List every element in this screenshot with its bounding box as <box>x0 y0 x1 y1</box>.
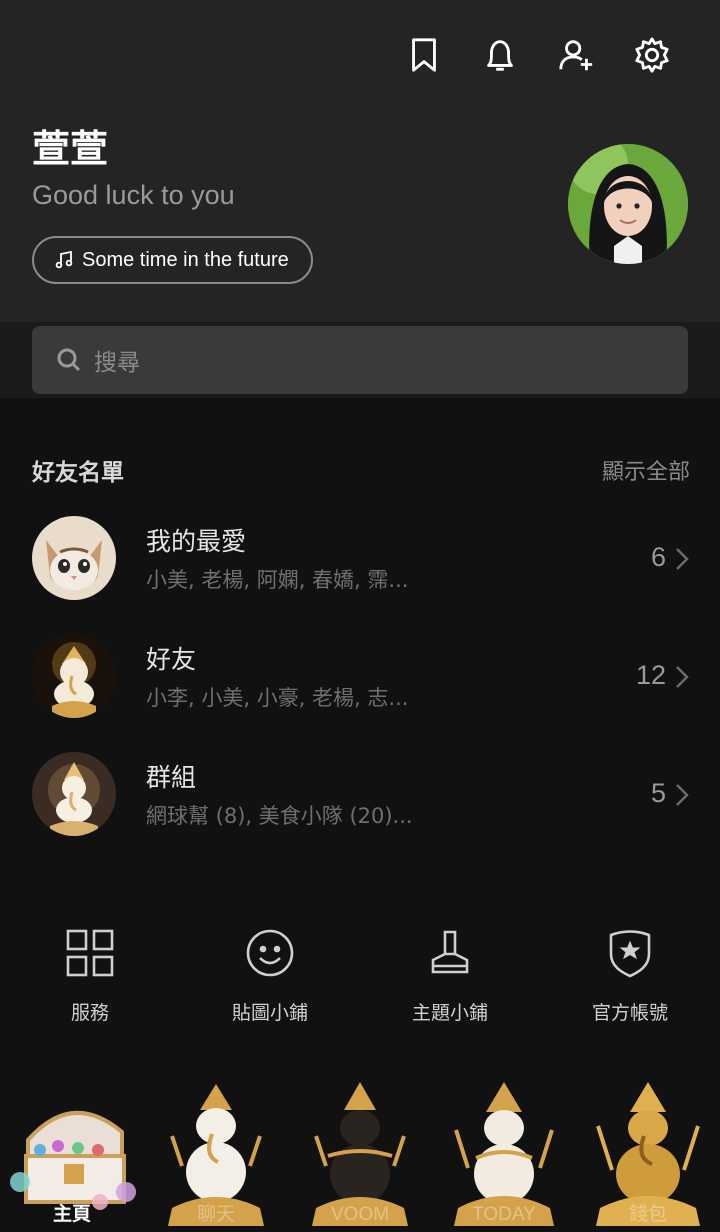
list-item-friends[interactable]: 好友 小李, 小美, 小豪, 老楊, 志... 12 <box>0 634 720 734</box>
status-message[interactable]: Good luck to you <box>32 180 235 211</box>
services-label: 服務 <box>70 1002 109 1024</box>
chevron-right-icon <box>674 782 690 808</box>
brush-icon <box>431 930 469 974</box>
gear-icon[interactable] <box>614 30 690 80</box>
friends-name: 好友 <box>146 645 197 674</box>
shield-star-icon <box>609 930 651 978</box>
search-placeholder: 搜尋 <box>94 350 140 376</box>
music-title: Some time in the future <box>82 248 289 271</box>
tab-home[interactable]: 主頁 <box>0 1076 144 1232</box>
tab-wallet-label: 錢包 <box>628 1204 667 1225</box>
sticker-shop-label: 貼圖小鋪 <box>231 1002 308 1024</box>
groups-members: 網球幫 (8), 美食小隊 (20)... <box>146 804 413 828</box>
tab-wallet[interactable]: 錢包 <box>576 1076 720 1232</box>
favorites-thumbnail <box>32 516 116 600</box>
groups-name: 群組 <box>146 763 197 792</box>
favorites-name: 我的最愛 <box>146 527 247 556</box>
friends-section-title: 好友名單 <box>32 460 124 486</box>
list-item-groups[interactable]: 群組 網球幫 (8), 美食小隊 (20)... 5 <box>0 752 720 852</box>
show-all-link[interactable]: 顯示全部 <box>602 454 690 486</box>
bookmark-icon[interactable] <box>386 30 462 80</box>
groups-count: 5 <box>650 778 666 808</box>
tab-chats-label: 聊天 <box>196 1204 235 1225</box>
grid-icon <box>66 929 114 977</box>
list-item-favorites[interactable]: 我的最愛 小美, 老楊, 阿嫻, 春嬌, 霈... 6 <box>0 516 720 616</box>
theme-shop-button[interactable]: 主題小鋪 <box>360 926 540 1025</box>
profile-music-button[interactable]: Some time in the future <box>32 236 313 284</box>
chevron-right-icon <box>674 546 690 572</box>
search-input[interactable]: 搜尋 <box>32 326 688 394</box>
chevron-right-icon <box>674 664 690 690</box>
top-icon-bar <box>386 30 690 80</box>
tab-voom-label: VOOM <box>330 1204 390 1225</box>
official-accounts-label: 官方帳號 <box>591 1002 668 1024</box>
friends-count: 12 <box>635 660 666 690</box>
bell-icon[interactable] <box>462 30 538 80</box>
search-icon <box>57 348 81 372</box>
official-accounts-button[interactable]: 官方帳號 <box>540 926 720 1025</box>
profile-name[interactable]: 萱萱 <box>32 118 108 173</box>
services-button[interactable]: 服務 <box>0 926 180 1025</box>
tab-home-label: 主頁 <box>52 1204 91 1225</box>
add-friend-icon[interactable] <box>538 30 614 80</box>
profile-header: 萱萱 Good luck to you Some time in the fut… <box>0 0 720 322</box>
search-band: 搜尋 <box>0 322 720 398</box>
bottom-navigation: 主頁 聊天 VOOM TODAY 錢包 <box>0 1076 720 1232</box>
tab-today[interactable]: TODAY <box>432 1076 576 1232</box>
profile-avatar[interactable] <box>568 144 688 264</box>
groups-thumbnail <box>32 752 116 836</box>
tab-today-label: TODAY <box>472 1204 536 1225</box>
friends-thumbnail <box>32 634 116 718</box>
sticker-shop-button[interactable]: 貼圖小鋪 <box>180 926 360 1025</box>
tab-voom[interactable]: VOOM <box>288 1076 432 1232</box>
favorites-count: 6 <box>650 542 666 572</box>
theme-shop-label: 主題小鋪 <box>411 1002 488 1024</box>
tab-chats[interactable]: 聊天 <box>144 1076 288 1232</box>
music-note-icon <box>55 250 73 269</box>
favorites-members: 小美, 老楊, 阿嫻, 春嬌, 霈... <box>146 568 409 592</box>
smiley-icon <box>246 929 294 977</box>
friends-members: 小李, 小美, 小豪, 老楊, 志... <box>146 686 409 710</box>
